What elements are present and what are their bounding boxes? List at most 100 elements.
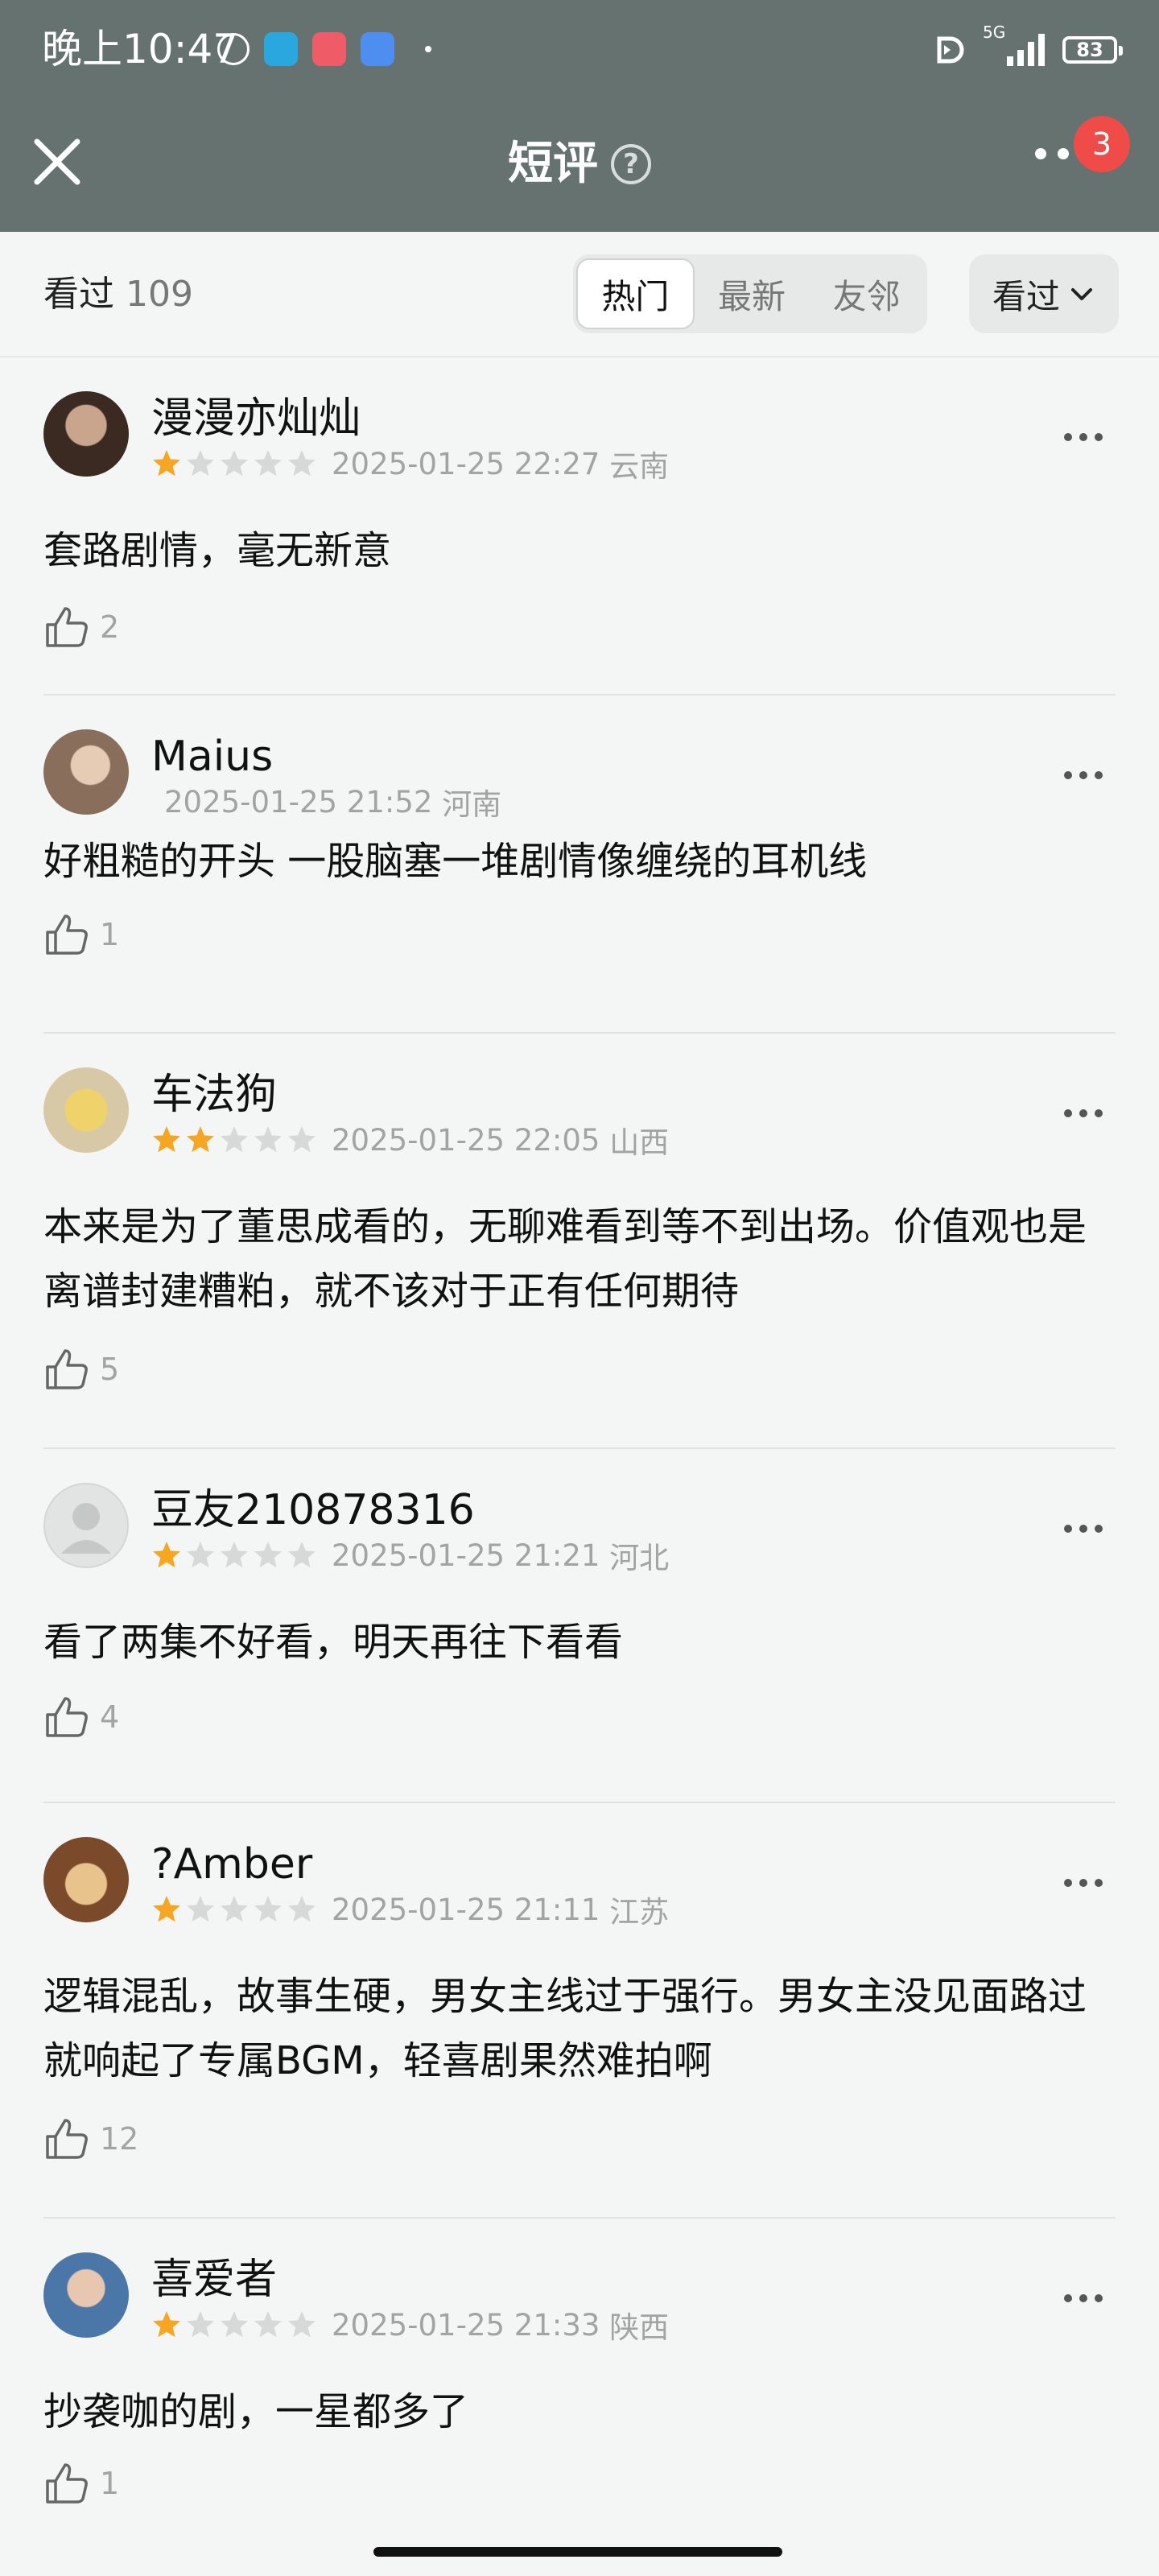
comment-location: 河南 [442,787,502,822]
comment-meta: 2025-01-25 22:05 山西 [151,1121,669,1160]
like-button[interactable]: 1 [43,911,119,958]
status-right: 5G 83 [933,23,1123,72]
star-empty-icon [221,1542,248,1568]
more-icon[interactable] [1064,1525,1103,1533]
comment-location: 河北 [609,1541,670,1575]
star-empty-icon [288,1542,316,1568]
star-filled-icon [153,1542,180,1568]
comment-text: 看了两集不好看，明天再往下看看 [43,1620,624,1665]
star-empty-icon [187,1896,214,1922]
tab-hot[interactable]: 热门 [576,258,695,329]
comment-date: 2025-01-25 21:33 [332,2307,600,2343]
star-empty-icon [254,1126,282,1153]
username[interactable]: ?Amber [151,1839,312,1890]
home-indicator[interactable] [373,2547,782,2557]
avatar[interactable] [43,391,129,477]
thumbs-up-icon [46,1349,88,1389]
thumbs-up-icon [46,2119,88,2159]
signal-indicator: 5G [983,23,1045,66]
like-button[interactable]: 12 [43,2116,138,2162]
star-empty-icon [221,2311,248,2338]
tab-friends[interactable]: 友邻 [809,258,924,329]
thumbs-up-icon [46,914,88,955]
rating-stars [151,1540,317,1571]
avatar[interactable] [43,729,129,815]
username[interactable]: 漫漫亦灿灿 [151,393,361,444]
rating-stars [151,448,317,479]
star-empty-icon [221,1126,248,1153]
like-count: 12 [100,2121,139,2157]
comment-text: 本来是为了董思成看的，无聊难看到等不到出场。价值观也是离谱封建糟粕，就不该对于正… [43,1204,1087,1314]
dropdown-label: 看过 [992,276,1060,316]
app-notification-icon [312,32,346,66]
data-transfer-icon [937,36,964,64]
star-empty-icon [288,2311,316,2338]
comment-meta: 2025-01-25 21:21 河北 [151,1536,669,1575]
rating-stars [151,1125,317,1155]
star-empty-icon [254,450,282,477]
rating-stars [151,2310,317,2340]
thumbs-up-icon [46,1697,88,1737]
comment-location: 陕西 [609,2310,670,2345]
comment-location: 云南 [609,449,670,484]
timer-icon [217,33,250,65]
help-icon[interactable]: ? [611,144,651,184]
like-button[interactable]: 1 [43,2460,119,2507]
status-time: 晚上10:47 [42,26,239,72]
like-button[interactable]: 5 [43,1346,119,1393]
username[interactable]: 喜爱者 [151,2254,277,2306]
more-icon[interactable] [1064,1879,1103,1887]
status-app-icons [217,29,431,69]
more-icon[interactable] [1064,433,1103,441]
star-filled-icon [187,1126,214,1153]
username[interactable]: Maius [151,731,273,782]
username[interactable]: 豆友210878316 [151,1484,475,1536]
page-title: 短评 [508,138,598,190]
star-empty-icon [288,450,316,477]
star-empty-icon [254,1896,282,1922]
thumbs-up-icon [46,2463,88,2504]
default-avatar[interactable] [43,1483,129,1568]
battery-icon: 83 [1062,36,1123,64]
comment-date: 2025-01-25 21:52 [164,784,433,819]
comment-list: 漫漫亦灿灿 2025-01-25 22:27 云南 套路剧情，毫无新意 2 Ma… [0,357,1159,2557]
title-area: 短评 ? [0,135,1159,193]
like-count: 4 [100,1699,120,1735]
comment-item: ?Amber 2025-01-25 21:11 江苏 逻辑混乱，故事生硬，男女主… [43,1803,1116,2219]
star-empty-icon [221,450,248,477]
sort-tabs: 热门 最新 友邻 [573,254,927,333]
like-count: 1 [100,917,120,952]
username[interactable]: 车法狗 [151,1069,277,1121]
star-filled-icon [153,2311,180,2338]
comment-text: 好粗糙的开头 一股脑塞一堆剧情像缠绕的耳机线 [43,839,868,884]
tab-latest[interactable]: 最新 [695,258,810,329]
like-count: 2 [100,609,120,645]
avatar[interactable] [43,1837,129,1922]
star-empty-icon [288,1896,316,1922]
star-empty-icon [254,1542,282,1568]
filter-row: 看过 109 热门 最新 友邻 看过 [0,232,1159,357]
star-filled-icon [153,1896,180,1922]
star-empty-icon [187,450,214,477]
avatar[interactable] [43,2252,129,2338]
like-button[interactable]: 2 [43,604,119,650]
star-empty-icon [221,1896,248,1922]
status-dropdown[interactable]: 看过 [969,254,1119,333]
comment-text: 逻辑混乱，故事生硬，男女主线过于强行。男女主没见面路过就响起了专属BGM，轻喜剧… [43,1974,1087,2083]
more-icon[interactable] [1064,2294,1103,2302]
avatar[interactable] [43,1067,129,1153]
more-icon[interactable] [1064,771,1103,779]
comment-date: 2025-01-25 21:21 [332,1538,600,1573]
star-filled-icon [153,450,180,477]
comment-item: 喜爱者 2025-01-25 21:33 陕西 抄袭咖的剧，一星都多了 1 [43,2219,1116,2557]
more-icon[interactable] [1035,148,1069,159]
seen-summary: 看过 109 [43,272,193,317]
like-button[interactable]: 4 [43,1694,119,1740]
comment-item: Maius 2025-01-25 21:52 河南 好粗糙的开头 一股脑塞一堆剧… [43,696,1116,1034]
comment-meta: 2025-01-25 21:33 陕西 [151,2306,670,2345]
seen-label: 看过 [43,274,114,315]
more-icon[interactable] [1064,1109,1103,1117]
comment-date: 2025-01-25 22:05 [332,1122,600,1158]
like-count: 1 [100,2466,120,2501]
seen-count: 109 [126,274,193,315]
